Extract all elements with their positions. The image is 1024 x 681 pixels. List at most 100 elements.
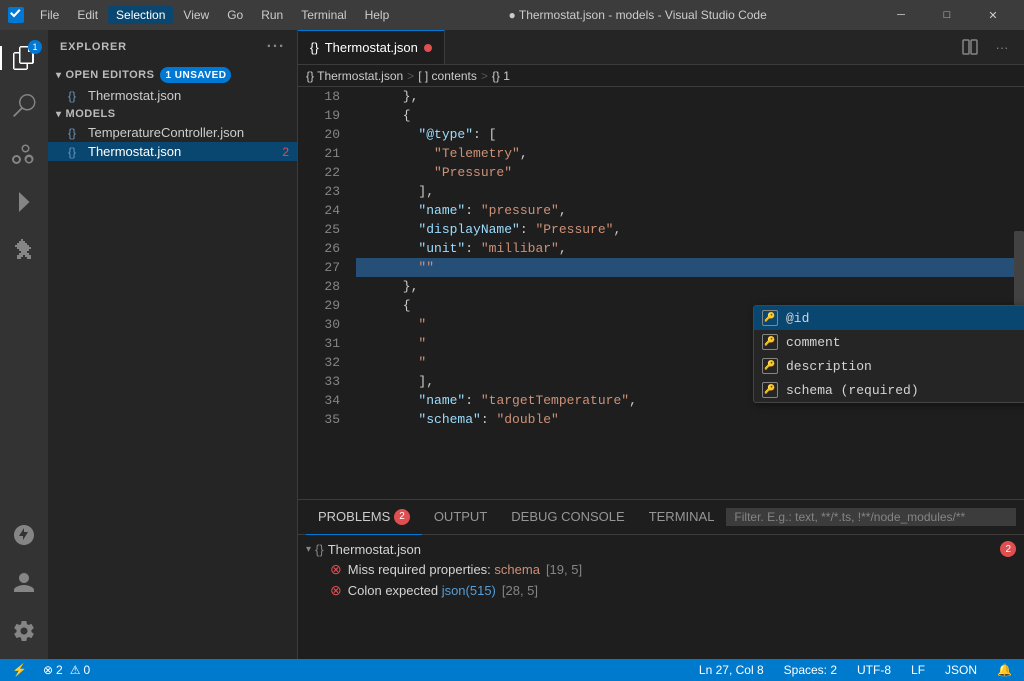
models-label: MODELS (66, 108, 116, 120)
spaces-text: Spaces: 2 (784, 663, 837, 677)
tab-modified-dot (424, 44, 432, 52)
menu-file[interactable]: File (32, 6, 67, 24)
activity-source-control[interactable] (0, 130, 48, 178)
breadcrumb-contents[interactable]: [ ] contents (418, 69, 477, 83)
encoding-text: UTF-8 (857, 663, 891, 677)
activity-extensions[interactable] (0, 226, 48, 274)
remote-icon: ⚡ (12, 663, 27, 677)
error-item-1[interactable]: ⊗ Colon expected json(515) [28, 5] (298, 580, 1024, 601)
indentation[interactable]: Spaces: 2 (780, 663, 841, 677)
activity-remote[interactable] (0, 511, 48, 559)
main-layout: 1 EXPLORER ··· ▾ (0, 30, 1024, 659)
line-35: "schema": "double" (356, 410, 1016, 429)
activity-accounts[interactable] (0, 559, 48, 607)
menu-run[interactable]: Run (253, 6, 291, 24)
breadcrumb-index[interactable]: {} 1 (492, 69, 510, 83)
encoding[interactable]: UTF-8 (853, 663, 895, 677)
panel-tabs: PROBLEMS 2 OUTPUT DEBUG CONSOLE TERMINAL (298, 500, 1024, 535)
tc-json-icon: {} (68, 126, 82, 140)
error-item-0[interactable]: ⊗ Miss required properties: schema [19, … (298, 559, 1024, 580)
t-json-icon: {} (68, 145, 82, 159)
line-18: }, (356, 87, 1016, 106)
t-error-badge: 2 (282, 145, 289, 159)
error-icon-1: ⊗ (330, 582, 342, 599)
breadcrumb-sep-2: > (481, 69, 488, 83)
panel-tab-debug-console[interactable]: DEBUG CONSOLE (499, 500, 636, 535)
cursor-position[interactable]: Ln 27, Col 8 (695, 663, 768, 677)
autocomplete-label-0: @id (786, 311, 809, 326)
maximize-button[interactable]: □ (924, 0, 970, 30)
status-bar-right: Ln 27, Col 8 Spaces: 2 UTF-8 LF JSON 🔔 (695, 663, 1016, 677)
autocomplete-label-3: schema (required) (786, 383, 919, 398)
titlebar-menu: File Edit Selection View Go Run Terminal… (32, 6, 397, 24)
panel-filter-input[interactable] (726, 508, 1016, 526)
menu-view[interactable]: View (175, 6, 217, 24)
menu-edit[interactable]: Edit (69, 6, 106, 24)
breadcrumb-file[interactable]: {} Thermostat.json (306, 69, 403, 83)
code-text[interactable]: }, { "@type": [ "Telemetry", "Pressure" … (348, 87, 1024, 499)
titlebar: File Edit Selection View Go Run Terminal… (0, 0, 1024, 30)
file-temperature-controller[interactable]: {} TemperatureController.json (48, 123, 297, 142)
debug-console-label: DEBUG CONSOLE (511, 509, 624, 524)
tab-name: Thermostat.json (325, 40, 418, 55)
language-mode[interactable]: JSON (941, 663, 981, 677)
line-26: "unit": "millibar", (356, 239, 1016, 258)
breadcrumb-sep-1: > (407, 69, 414, 83)
panel-section-header[interactable]: ▾ {} Thermostat.json 2 (298, 539, 1024, 559)
editor-scrollbar[interactable] (1014, 87, 1024, 499)
panel-tab-terminal[interactable]: TERMINAL (637, 500, 727, 535)
code-editor[interactable]: 18 19 20 21 22 23 24 25 26 27 28 29 30 3… (298, 87, 1024, 499)
autocomplete-label-2: description (786, 359, 872, 374)
autocomplete-label-1: comment (786, 335, 841, 350)
notifications[interactable]: 🔔 (993, 663, 1016, 677)
panel-filename: Thermostat.json (328, 542, 421, 557)
line-20: "@type": [ (356, 125, 1016, 144)
models-header[interactable]: ▾ MODELS (48, 105, 297, 123)
activity-search[interactable] (0, 82, 48, 130)
autocomplete-icon-0: 🔑 (762, 310, 778, 326)
tab-thermostat[interactable]: {} Thermostat.json (298, 30, 445, 64)
panel-tab-problems[interactable]: PROBLEMS 2 (306, 500, 422, 535)
warning-triangle-icon: ⚠ (70, 663, 81, 677)
window-controls: ─ □ ✕ (878, 0, 1016, 30)
menu-selection[interactable]: Selection (108, 6, 173, 24)
file-thermostat[interactable]: {} Thermostat.json 2 (48, 142, 297, 161)
activity-settings[interactable] (0, 607, 48, 655)
line-21: "Telemetry", (356, 144, 1016, 163)
eol[interactable]: LF (907, 663, 929, 677)
activity-explorer[interactable]: 1 (0, 34, 48, 82)
errors-status[interactable]: ⊗ 2 ⚠ 0 (39, 663, 94, 677)
close-button[interactable]: ✕ (970, 0, 1016, 30)
minimize-button[interactable]: ─ (878, 0, 924, 30)
open-editors-chevron: ▾ (56, 70, 62, 81)
error-location-1: [28, 5] (502, 583, 538, 598)
more-actions-button[interactable]: ··· (988, 33, 1016, 61)
remote-status[interactable]: ⚡ (8, 663, 31, 677)
autocomplete-item-0[interactable]: 🔑 @id (754, 306, 1024, 330)
explorer-title: EXPLORER (60, 41, 127, 53)
autocomplete-item-1[interactable]: 🔑 comment (754, 330, 1024, 354)
autocomplete-item-3[interactable]: 🔑 schema (required) (754, 378, 1024, 402)
autocomplete-item-2[interactable]: 🔑 description (754, 354, 1024, 378)
menu-terminal[interactable]: Terminal (293, 6, 354, 24)
activity-run[interactable] (0, 178, 48, 226)
models-section: ▾ MODELS {} TemperatureController.json {… (48, 105, 297, 161)
menu-help[interactable]: Help (357, 6, 398, 24)
menu-go[interactable]: Go (219, 6, 251, 24)
open-editors-header[interactable]: ▾ OPEN EDITORS 1 UNSAVED (48, 64, 297, 86)
titlebar-left: File Edit Selection View Go Run Terminal… (8, 6, 397, 24)
breadcrumb: {} Thermostat.json > [ ] contents > {} 1 (298, 65, 1024, 87)
file-json-icon: {} (68, 89, 82, 103)
models-chevron: ▾ (56, 109, 62, 120)
panel: PROBLEMS 2 OUTPUT DEBUG CONSOLE TERMINAL (298, 499, 1024, 659)
status-bar-left: ⚡ ⊗ 2 ⚠ 0 (8, 663, 94, 677)
sidebar-menu-button[interactable]: ··· (267, 38, 285, 56)
panel-tab-output[interactable]: OUTPUT (422, 500, 499, 535)
sidebar: EXPLORER ··· ▾ OPEN EDITORS 1 UNSAVED {}… (48, 30, 298, 659)
language-text: JSON (945, 663, 977, 677)
split-editor-button[interactable] (956, 33, 984, 61)
open-editor-thermostat[interactable]: {} Thermostat.json (48, 86, 297, 105)
line-24: "name": "pressure", (356, 201, 1016, 220)
panel-content: ▾ {} Thermostat.json 2 ⊗ Miss required p… (298, 535, 1024, 659)
tab-icon: {} (310, 40, 319, 55)
